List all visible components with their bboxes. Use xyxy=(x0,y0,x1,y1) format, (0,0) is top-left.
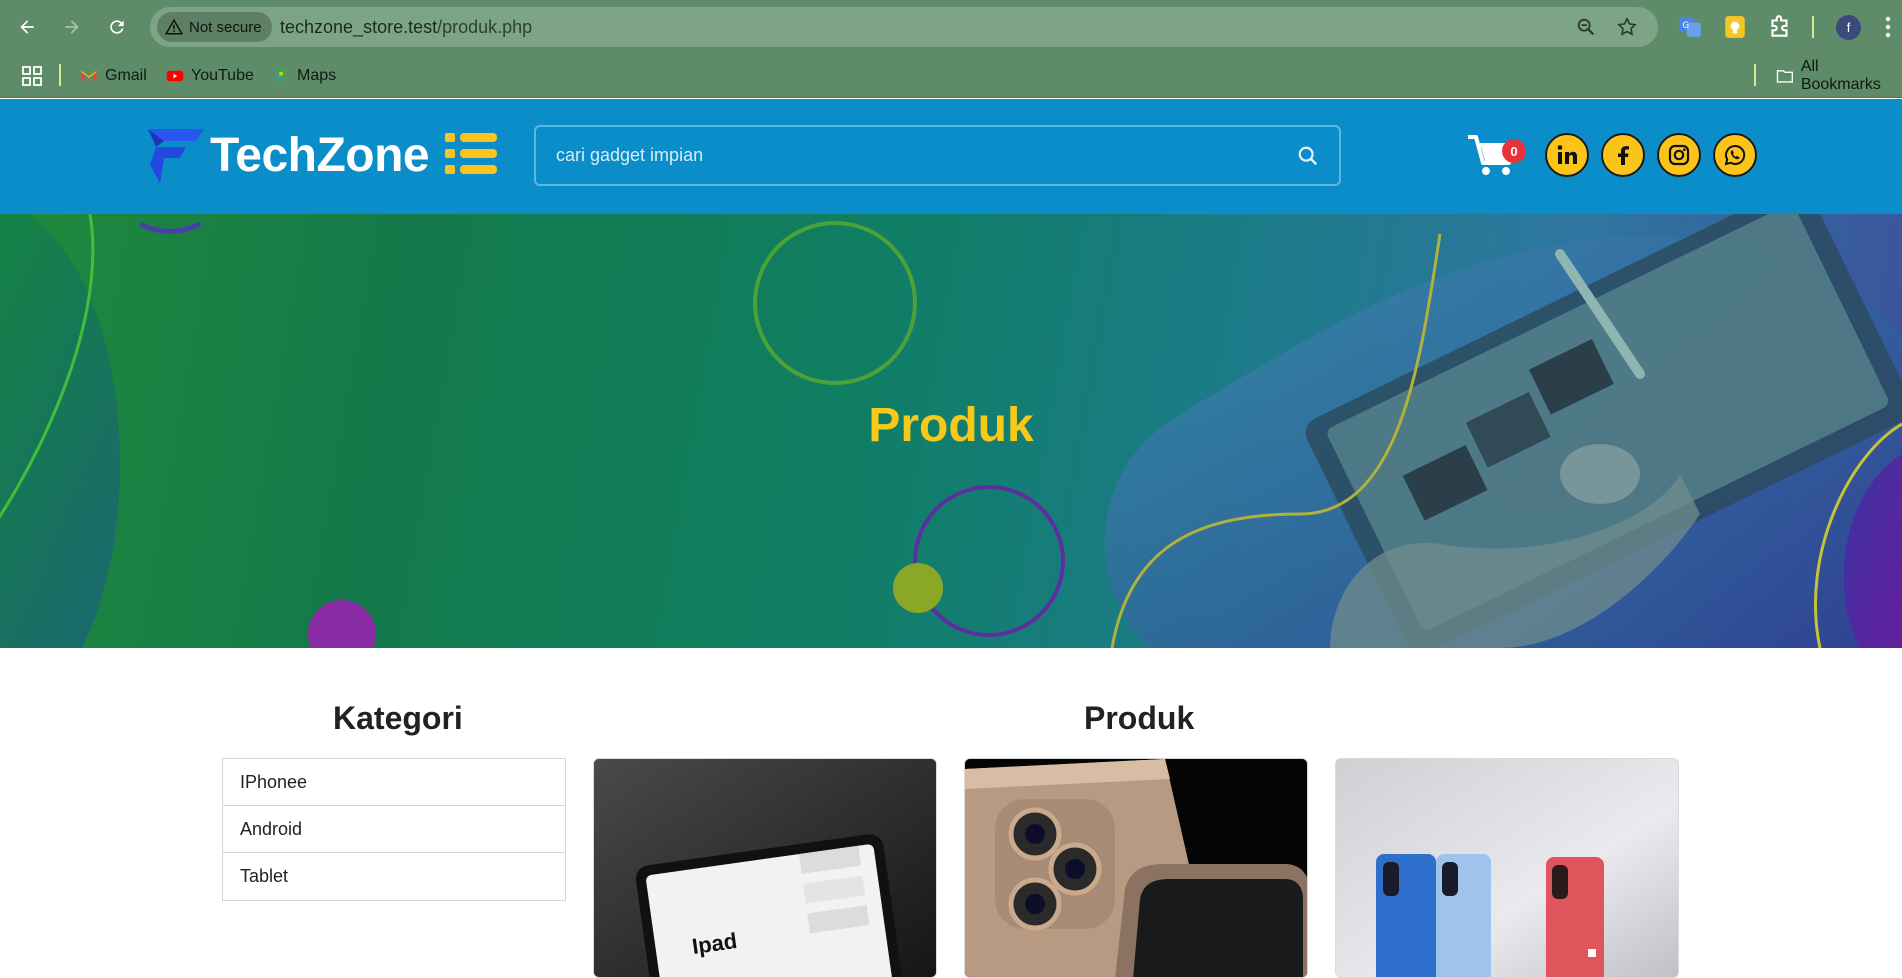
category-item-android[interactable]: Android xyxy=(223,806,565,853)
bookmark-maps[interactable]: Maps xyxy=(272,63,336,89)
site-header: TechZone 0 xyxy=(0,99,1902,214)
category-list: IPhonee Android Tablet xyxy=(222,758,566,901)
product-image xyxy=(965,759,1307,977)
address-bar[interactable]: Not secure techzone_store.test/produk.ph… xyxy=(150,7,1658,47)
bookmark-youtube[interactable]: YouTube xyxy=(166,63,254,89)
product-card[interactable]: Ipad xyxy=(593,758,937,978)
youtube-icon xyxy=(166,70,184,82)
profile-initial: f xyxy=(1846,20,1851,35)
translate-extension-icon[interactable]: G xyxy=(1677,14,1703,40)
svg-text:G: G xyxy=(1682,21,1689,31)
security-label: Not secure xyxy=(189,18,262,36)
bookmarks-divider xyxy=(59,64,61,86)
instagram-icon xyxy=(1668,144,1690,166)
security-chip[interactable]: Not secure xyxy=(157,12,272,42)
products-heading: Produk xyxy=(1084,700,1195,736)
bookmark-label: Gmail xyxy=(105,67,147,84)
search-icon[interactable] xyxy=(1297,145,1319,167)
product-card[interactable] xyxy=(1335,758,1679,978)
facebook-icon xyxy=(1618,146,1629,165)
bookmark-label: YouTube xyxy=(191,67,254,84)
bookmark-gmail[interactable]: Gmail xyxy=(80,63,147,89)
keep-extension-icon[interactable] xyxy=(1722,14,1748,40)
zoom-icon[interactable] xyxy=(1575,16,1597,38)
warning-icon xyxy=(165,18,183,35)
cart-button[interactable]: 0 xyxy=(1466,131,1526,181)
forward-button[interactable] xyxy=(58,13,86,41)
url-path: /produk.php xyxy=(437,17,533,37)
reload-icon xyxy=(110,20,124,34)
hero-title: Produk xyxy=(868,399,1034,452)
maps-icon xyxy=(275,68,287,84)
category-menu-icon[interactable] xyxy=(445,131,497,177)
all-bookmarks-label: All Bookmarks xyxy=(1800,58,1881,93)
browser-toolbar: Not secure techzone_store.test/produk.ph… xyxy=(0,0,1902,54)
bookmark-star-icon[interactable] xyxy=(1616,16,1638,38)
linkedin-button[interactable] xyxy=(1545,133,1589,177)
all-bookmarks-button[interactable]: All Bookmarks xyxy=(1776,58,1902,93)
bookmarks-divider xyxy=(1754,64,1756,86)
extensions-puzzle-icon[interactable] xyxy=(1767,14,1793,40)
category-item-tablet[interactable]: Tablet xyxy=(223,853,565,900)
product-card[interactable] xyxy=(964,758,1308,978)
facebook-button[interactable] xyxy=(1601,133,1645,177)
instagram-button[interactable] xyxy=(1657,133,1701,177)
forward-arrow-icon xyxy=(65,20,79,34)
back-arrow-icon xyxy=(20,20,34,34)
logo-mark-icon xyxy=(148,129,204,183)
category-item-iphonee[interactable]: IPhonee xyxy=(223,759,565,806)
search-input[interactable] xyxy=(556,127,1256,184)
toolbar-divider xyxy=(1812,16,1814,38)
profile-avatar[interactable]: f xyxy=(1836,15,1861,40)
back-button[interactable] xyxy=(13,13,41,41)
gmail-icon xyxy=(81,71,97,81)
apps-grid-icon[interactable] xyxy=(22,66,42,86)
reload-button[interactable] xyxy=(103,13,131,41)
category-heading: Kategori xyxy=(333,700,463,736)
more-menu-icon[interactable] xyxy=(1880,15,1896,39)
linkedin-icon xyxy=(1557,145,1577,164)
whatsapp-button[interactable] xyxy=(1713,133,1757,177)
cart-count-badge: 0 xyxy=(1502,139,1526,163)
bookmark-label: Maps xyxy=(297,67,337,84)
product-image xyxy=(1336,759,1678,977)
logo-text: TechZone xyxy=(210,128,430,182)
techzone-logo[interactable]: TechZone xyxy=(142,125,430,185)
product-image xyxy=(594,759,936,977)
bookmarks-bar: Gmail YouTube Maps All Bookmarks xyxy=(0,54,1902,98)
url-text[interactable]: techzone_store.test/produk.php xyxy=(280,17,532,38)
whatsapp-icon xyxy=(1724,144,1746,166)
folder-icon xyxy=(1776,70,1793,83)
search-box xyxy=(534,125,1341,186)
url-host: techzone_store.test xyxy=(280,17,438,37)
hero-banner: Produk xyxy=(0,214,1902,648)
